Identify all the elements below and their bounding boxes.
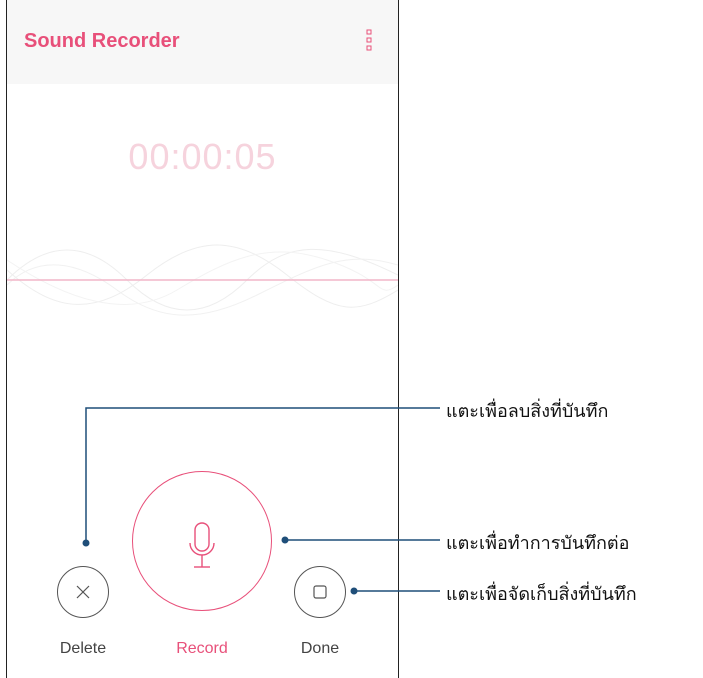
record-button[interactable] [132,471,272,611]
app-bar: Sound Recorder [7,0,398,84]
done-button[interactable] [294,566,346,618]
close-icon [76,585,90,599]
phone-screen: Sound Recorder 00:00:05 Delete Record Do… [6,0,399,678]
delete-button[interactable] [57,566,109,618]
more-vertical-icon[interactable] [365,28,373,52]
record-callout-text: แตะเพื่อทำการบันทึกต่อ [446,533,630,554]
delete-callout-text: แตะเพื่อลบสิ่งที่บันทึก [446,401,609,422]
done-callout-text: แตะเพื่อจัดเก็บสิ่งที่บันทึก [446,584,637,605]
stop-square-icon [313,585,327,599]
app-title: Sound Recorder [24,30,180,52]
waveform-visualizer [7,244,398,316]
delete-label: Delete [59,640,107,657]
microphone-icon [189,522,215,568]
done-label: Done [300,640,340,657]
record-label: Record [176,640,228,657]
elapsed-timer: 00:00:05 [128,136,277,177]
